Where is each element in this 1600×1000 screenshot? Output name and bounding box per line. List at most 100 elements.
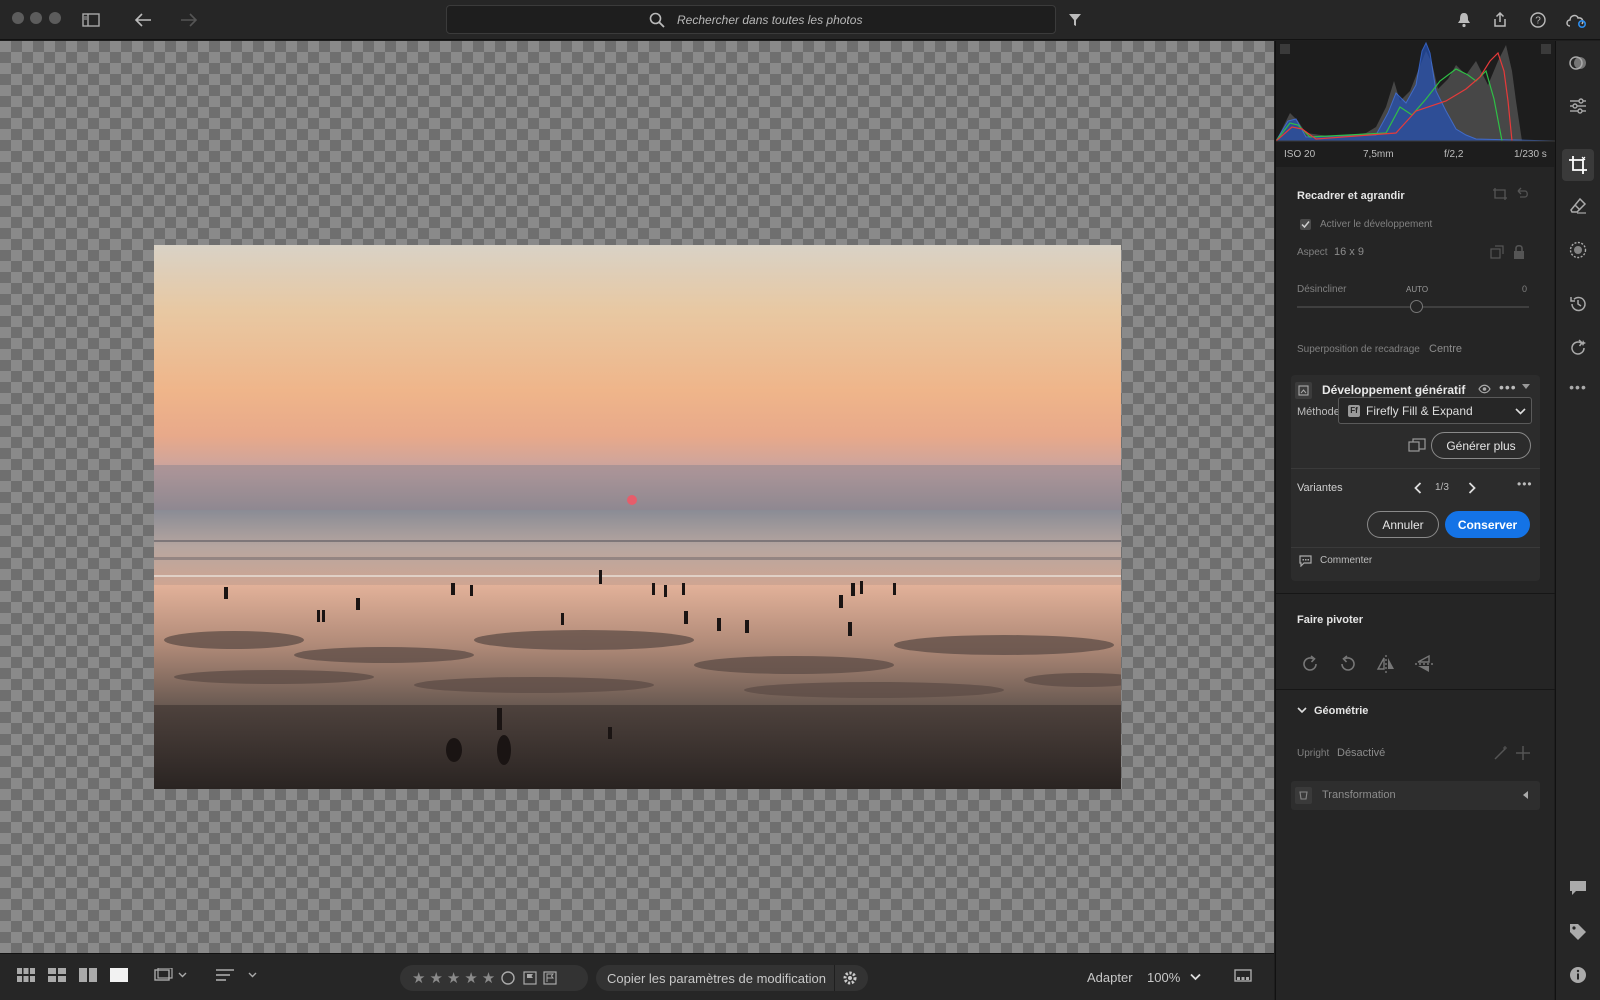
presets-icon[interactable] bbox=[1566, 51, 1590, 75]
exif-aperture: f/2,2 bbox=[1444, 149, 1464, 160]
masking-icon[interactable] bbox=[1566, 238, 1590, 262]
info-icon[interactable] bbox=[1566, 963, 1590, 987]
more-tools-icon[interactable]: ••• bbox=[1566, 375, 1590, 399]
comments-panel-icon[interactable] bbox=[1566, 876, 1590, 900]
geometry-expand-chevron-icon[interactable] bbox=[1297, 707, 1307, 714]
cloud-sync-icon[interactable] bbox=[1565, 9, 1587, 31]
share-icon[interactable] bbox=[1489, 9, 1511, 31]
generative-expand-title: Développement génératif bbox=[1322, 383, 1466, 397]
edit-panel: ISO 20 7,5mm f/2,2 1/230 s Recadrer et a… bbox=[1275, 41, 1555, 1000]
divider bbox=[1276, 689, 1555, 690]
cancel-button[interactable]: Annuler bbox=[1367, 511, 1439, 538]
search-bar[interactable]: Rechercher dans toutes les photos bbox=[446, 5, 1056, 34]
photo-preview[interactable] bbox=[154, 245, 1121, 789]
generate-more-button[interactable]: Générer plus bbox=[1431, 432, 1531, 459]
transformation-section[interactable]: Transformation bbox=[1291, 781, 1540, 810]
crop-overlay-value[interactable]: Centre bbox=[1429, 343, 1462, 355]
window-zoom-button[interactable] bbox=[49, 12, 61, 24]
upright-guided-icon[interactable] bbox=[1515, 745, 1531, 761]
reject-circle-icon[interactable] bbox=[501, 971, 515, 985]
search-icon bbox=[649, 12, 665, 28]
aspect-lock-icon[interactable] bbox=[1512, 244, 1526, 260]
swap-orientation-icon[interactable] bbox=[1490, 245, 1504, 259]
grid-view-large-icon[interactable] bbox=[48, 968, 66, 982]
sidebar-toggle-icon[interactable] bbox=[80, 9, 102, 31]
more-options-icon[interactable]: ••• bbox=[1499, 379, 1517, 395]
divider bbox=[1291, 547, 1540, 548]
straighten-slider-handle[interactable] bbox=[1410, 300, 1423, 313]
forward-arrow-icon[interactable] bbox=[178, 9, 200, 31]
photo-canvas[interactable] bbox=[0, 41, 1274, 953]
settings-gear-icon[interactable] bbox=[842, 970, 858, 986]
aspect-value[interactable]: 16 x 9 bbox=[1334, 246, 1364, 258]
divider bbox=[1291, 468, 1540, 469]
versions-icon[interactable] bbox=[1566, 336, 1590, 360]
method-label: Méthode bbox=[1297, 406, 1340, 418]
window-close-button[interactable] bbox=[12, 12, 24, 24]
flip-vertical-icon[interactable] bbox=[1414, 654, 1434, 674]
zoom-dropdown-chevron-icon[interactable] bbox=[1190, 973, 1201, 981]
geometry-section-title[interactable]: Géométrie bbox=[1314, 705, 1368, 717]
zoom-level[interactable]: 100% bbox=[1147, 970, 1180, 985]
next-variant-icon[interactable] bbox=[1468, 482, 1476, 494]
crop-reset-icon[interactable] bbox=[1514, 187, 1530, 201]
enable-expand-label: Activer le développement bbox=[1320, 219, 1433, 230]
generative-expand-icon bbox=[1295, 382, 1312, 399]
histogram: ISO 20 7,5mm f/2,2 1/230 s bbox=[1276, 41, 1555, 167]
collapse-caret-icon[interactable] bbox=[1522, 384, 1530, 390]
expand-caret-icon bbox=[1523, 791, 1529, 799]
crop-auto-icon[interactable] bbox=[1492, 187, 1508, 201]
flip-horizontal-icon[interactable] bbox=[1376, 654, 1396, 674]
history-icon[interactable] bbox=[1566, 292, 1590, 316]
keep-button[interactable]: Conserver bbox=[1445, 511, 1530, 538]
single-view-icon[interactable] bbox=[110, 968, 128, 982]
upright-value[interactable]: Désactivé bbox=[1337, 747, 1385, 759]
chevron-down-icon bbox=[1515, 408, 1526, 415]
fit-button[interactable]: Adapter bbox=[1087, 970, 1133, 985]
rotate-right-icon[interactable] bbox=[1300, 654, 1320, 674]
filmstrip-toggle-icon[interactable] bbox=[1234, 969, 1252, 985]
straighten-auto-button[interactable]: AUTO bbox=[1406, 285, 1428, 294]
back-arrow-icon[interactable] bbox=[132, 9, 154, 31]
search-placeholder: Rechercher dans toutes les photos bbox=[677, 13, 863, 27]
window-minimize-button[interactable] bbox=[30, 12, 42, 24]
flag-pick-icon[interactable] bbox=[523, 971, 537, 985]
flag-reject-icon[interactable] bbox=[543, 971, 557, 985]
compare-view-icon[interactable] bbox=[79, 968, 97, 982]
shadow-clipping-toggle[interactable] bbox=[1280, 44, 1290, 54]
generative-expand-card: Développement génératif ••• Méthode Ff F… bbox=[1291, 375, 1540, 581]
enable-expand-checkbox[interactable] bbox=[1300, 219, 1311, 230]
rating-flag-group: ★★★★★ bbox=[400, 965, 588, 991]
variant-more-options-icon[interactable]: ••• bbox=[1517, 477, 1533, 491]
compare-variants-icon[interactable] bbox=[1408, 438, 1426, 452]
rotate-left-icon[interactable] bbox=[1338, 654, 1358, 674]
slideshow-icon[interactable] bbox=[154, 968, 188, 982]
generate-more-label: Générer plus bbox=[1446, 438, 1516, 453]
star-rating-icon[interactable]: ★★★★★ bbox=[412, 969, 499, 987]
crop-tool-icon[interactable] bbox=[1562, 149, 1594, 181]
divider bbox=[834, 965, 835, 991]
comment-button[interactable]: Commenter bbox=[1320, 555, 1372, 566]
crop-overlay-label: Superposition de recadrage bbox=[1297, 344, 1420, 355]
help-icon[interactable]: ? bbox=[1527, 9, 1549, 31]
highlight-clipping-toggle[interactable] bbox=[1541, 44, 1551, 54]
method-dropdown[interactable]: Ff Firefly Fill & Expand bbox=[1338, 397, 1532, 424]
exif-shutter: 1/230 s bbox=[1514, 149, 1547, 160]
healing-eraser-icon[interactable] bbox=[1566, 194, 1590, 218]
grid-view-small-icon[interactable] bbox=[17, 968, 35, 982]
previous-variant-icon[interactable] bbox=[1414, 482, 1422, 494]
copy-settings-button[interactable]: Copier les paramètres de modification bbox=[607, 971, 826, 986]
edit-sliders-icon[interactable] bbox=[1566, 94, 1590, 118]
straighten-label: Désincliner bbox=[1297, 284, 1347, 295]
visibility-eye-icon[interactable] bbox=[1478, 384, 1491, 394]
app-window: Rechercher dans toutes les photos ? ★★★★… bbox=[0, 0, 1600, 1000]
rotate-section-title: Faire pivoter bbox=[1297, 614, 1364, 626]
crop-section-title: Recadrer et agrandir bbox=[1297, 190, 1405, 202]
sort-icon[interactable] bbox=[215, 968, 259, 982]
notifications-bell-icon[interactable] bbox=[1453, 9, 1475, 31]
filter-icon[interactable] bbox=[1064, 9, 1086, 31]
aspect-label: Aspect bbox=[1297, 247, 1328, 258]
keywords-tag-icon[interactable] bbox=[1566, 920, 1590, 944]
variants-label: Variantes bbox=[1297, 482, 1343, 494]
upright-auto-icon[interactable] bbox=[1493, 745, 1509, 761]
